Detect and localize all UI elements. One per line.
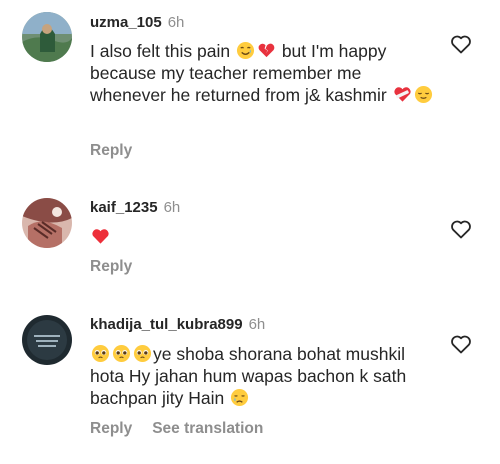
comment-username[interactable]: kaif_1235 6h [90,199,180,216]
avatar[interactable] [22,12,72,62]
avatar[interactable] [22,198,72,248]
pleading-face-icon [91,344,110,363]
avatar[interactable] [22,315,72,365]
like-heart-icon[interactable] [449,217,473,241]
reply-button[interactable]: Reply [90,258,132,275]
comment-text: I also felt this pain but I'm happy beca… [90,40,435,106]
smiling-face-with-tear-icon [236,41,255,60]
pleading-face-icon [112,344,131,363]
reply-button[interactable]: Reply [90,142,132,159]
see-translation-button[interactable]: See translation [152,420,263,437]
comment-actions: Reply [90,142,132,160]
comment-actions: Reply See translation [90,420,263,438]
comment-text [90,226,435,248]
comment-timestamp: 6h [167,14,185,31]
like-heart-icon[interactable] [449,332,473,356]
comment-timestamp: 6h [248,316,266,333]
relieved-face-icon [414,85,433,104]
comment-timestamp: 6h [163,199,181,216]
comment-username[interactable]: uzma_105 6h [90,14,184,31]
comments-list: uzma_105 6h I also felt this pain but I'm… [0,0,500,464]
red-heart-icon [91,227,110,246]
reply-button[interactable]: Reply [90,420,132,437]
like-heart-icon[interactable] [449,32,473,56]
comment-actions: Reply [90,258,132,276]
comment-text: ye shoba shorana bohat mushkil hota Hy j… [90,344,407,408]
crying-face-icon [230,388,249,407]
broken-heart-icon [257,41,276,60]
pleading-face-icon [133,344,152,363]
comment-username[interactable]: khadija_tul_kubra899 6h [90,316,265,333]
mending-heart-icon [393,85,412,104]
